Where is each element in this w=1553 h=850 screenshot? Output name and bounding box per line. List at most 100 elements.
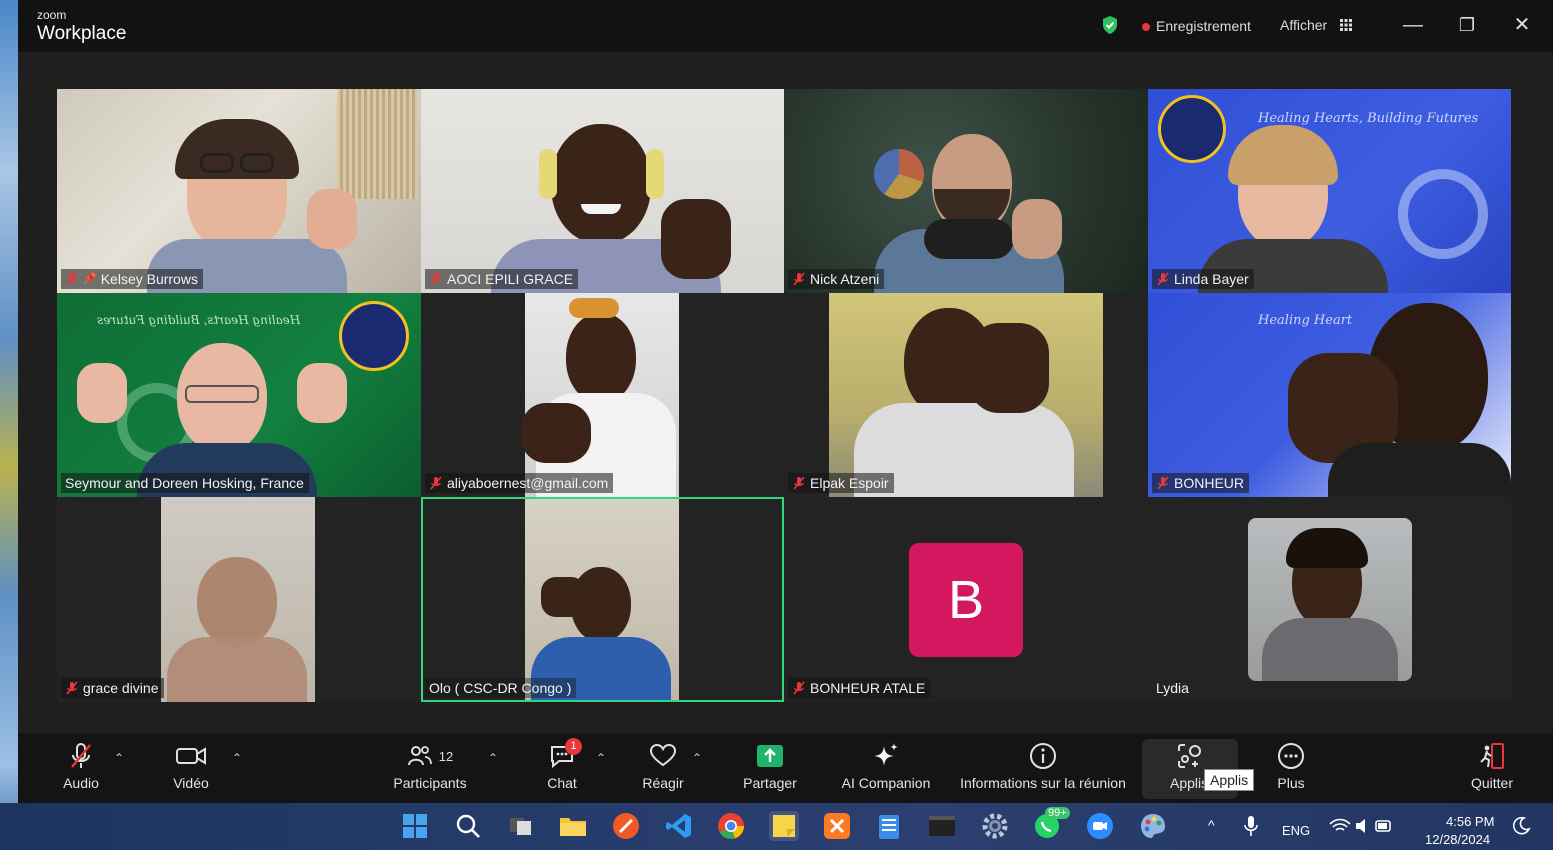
face <box>566 313 636 403</box>
xampp-icon[interactable] <box>822 811 852 841</box>
encryption-shield-icon[interactable] <box>1101 15 1119 35</box>
shirt <box>167 637 307 702</box>
mic-muted-icon <box>1157 476 1169 490</box>
participant-name: Kelsey Burrows <box>100 271 198 287</box>
whatsapp-icon[interactable]: 99+ <box>1032 807 1070 841</box>
participant-name: Elpak Espoir <box>810 475 889 491</box>
participant-name: Olo ( CSC-DR Congo ) <box>429 680 572 696</box>
apps-icon <box>1178 744 1201 768</box>
participant-name: Nick Atzeni <box>810 271 880 287</box>
background-text: Healing Heart <box>1258 313 1353 328</box>
chat-options-chevron-icon[interactable]: ⌃ <box>596 751 608 765</box>
react-label: Réagir <box>642 775 684 791</box>
video-tile[interactable]: Nick Atzeni <box>784 89 1148 293</box>
sticky-notes-icon[interactable] <box>769 811 799 841</box>
minimize-button[interactable]: — <box>1398 10 1428 40</box>
tray-overflow-chevron-icon[interactable]: ^ <box>1208 817 1215 833</box>
participants-button[interactable]: 12 Participants <box>386 741 474 801</box>
video-options-chevron-icon[interactable]: ⌃ <box>232 751 244 765</box>
participant-name-tag: Seymour and Doreen Hosking, France <box>61 473 309 493</box>
participant-name: aliyaboernest@gmail.com <box>447 475 609 491</box>
audio-options-chevron-icon[interactable]: ⌃ <box>114 751 126 765</box>
share-label: Partager <box>743 775 797 791</box>
video-tile[interactable]: Healing Heart BONHEUR <box>1148 293 1511 497</box>
mic-muted-icon <box>71 743 91 768</box>
avatar: B <box>909 543 1023 657</box>
notepad-icon[interactable] <box>874 811 904 841</box>
view-button[interactable]: Afficher <box>1280 17 1327 33</box>
video-button[interactable]: Vidéo <box>166 741 216 801</box>
profile-photo <box>1248 518 1412 681</box>
video-tile[interactable]: Lydia <box>1148 497 1511 702</box>
headphones <box>646 149 664 199</box>
grid-view-icon[interactable] <box>1340 19 1352 31</box>
mic-muted-icon <box>430 476 442 490</box>
file-explorer-icon[interactable] <box>558 811 588 841</box>
react-button[interactable]: Réagir <box>638 741 688 801</box>
terminal-icon[interactable] <box>927 811 957 841</box>
paint-icon[interactable] <box>1138 811 1168 841</box>
close-button[interactable]: ✕ <box>1507 10 1537 40</box>
windows-start-icon[interactable] <box>400 811 430 841</box>
chrome-icon[interactable] <box>716 811 746 841</box>
share-button[interactable]: Partager <box>738 741 802 801</box>
participant-name-tag: aliyaboernest@gmail.com <box>425 473 614 493</box>
active-speaker-tile[interactable]: Olo ( CSC-DR Congo ) <box>421 497 784 702</box>
heart-icon <box>649 744 677 767</box>
ai-companion-button[interactable]: AI Companion <box>836 741 936 801</box>
vscode-icon[interactable] <box>664 811 694 841</box>
more-button[interactable]: Plus <box>1266 741 1316 801</box>
mic-muted-icon <box>66 681 78 695</box>
network-volume-battery-icons[interactable] <box>1328 811 1392 841</box>
hair <box>569 298 619 318</box>
face <box>197 557 277 647</box>
mic-muted-icon <box>430 272 442 286</box>
participant-name: AOCI EPILI GRACE <box>447 271 574 287</box>
hand <box>307 189 357 249</box>
video-tile[interactable]: Elpak Espoir <box>784 293 1148 497</box>
participant-name-tag: AOCI EPILI GRACE <box>425 269 579 289</box>
react-options-chevron-icon[interactable]: ⌃ <box>692 751 704 765</box>
input-language[interactable]: ENG <box>1282 823 1310 838</box>
restore-button[interactable]: ❐ <box>1452 10 1482 40</box>
chat-button[interactable]: 1 Chat <box>542 738 582 801</box>
clock-date[interactable]: 12/28/2024 <box>1425 832 1490 847</box>
participant-name-tag: grace divine <box>61 678 164 698</box>
quit-label: Quitter <box>1470 775 1513 791</box>
sparkle-icon <box>874 743 898 766</box>
hand <box>77 363 127 423</box>
scarf <box>924 219 1014 259</box>
video-tile[interactable]: aliyaboernest@gmail.com <box>421 293 784 497</box>
meeting-info-label: Informations sur la réunion <box>960 775 1126 791</box>
video-tile[interactable]: Healing Hearts, Building Futures Seymour… <box>57 293 421 497</box>
meeting-info-button[interactable]: Informations sur la réunion <box>948 741 1138 801</box>
info-icon <box>1030 743 1056 769</box>
participant-name: Linda Bayer <box>1174 271 1249 287</box>
more-icon <box>1278 743 1304 769</box>
participant-name: BONHEUR <box>1174 475 1245 491</box>
hand <box>541 577 586 617</box>
audio-button[interactable]: Audio <box>56 741 106 801</box>
whatsapp-badge: 99+ <box>1045 807 1070 819</box>
quit-button[interactable]: Quitter <box>1464 741 1520 801</box>
participant-name-tag: Linda Bayer <box>1152 269 1254 289</box>
participants-options-chevron-icon[interactable]: ⌃ <box>488 751 500 765</box>
settings-gear-icon[interactable] <box>980 811 1010 841</box>
zoom-app-icon[interactable] <box>1085 811 1115 841</box>
search-icon[interactable] <box>453 811 483 841</box>
hand <box>521 403 591 463</box>
recording-label[interactable]: Enregistrement <box>1156 18 1251 34</box>
video-tile[interactable]: grace divine <box>57 497 421 702</box>
task-view-icon[interactable] <box>506 811 536 841</box>
video-tile[interactable]: Healing Hearts, Building Futures Linda B… <box>1148 89 1511 293</box>
do-not-disturb-moon-icon[interactable] <box>1506 811 1536 841</box>
video-tile[interactable]: 📌 Kelsey Burrows <box>57 89 421 293</box>
macrame-decor <box>337 89 417 199</box>
clock-time[interactable]: 4:56 PM <box>1446 814 1494 829</box>
mic-muted-icon <box>793 272 805 286</box>
microphone-tray-icon[interactable] <box>1236 811 1266 841</box>
brave-browser-icon[interactable] <box>611 811 641 841</box>
video-tile[interactable]: AOCI EPILI GRACE <box>421 89 784 293</box>
participant-name-tag: BONHEUR ATALE <box>788 678 931 698</box>
video-tile[interactable]: B BONHEUR ATALE <box>784 497 1148 702</box>
